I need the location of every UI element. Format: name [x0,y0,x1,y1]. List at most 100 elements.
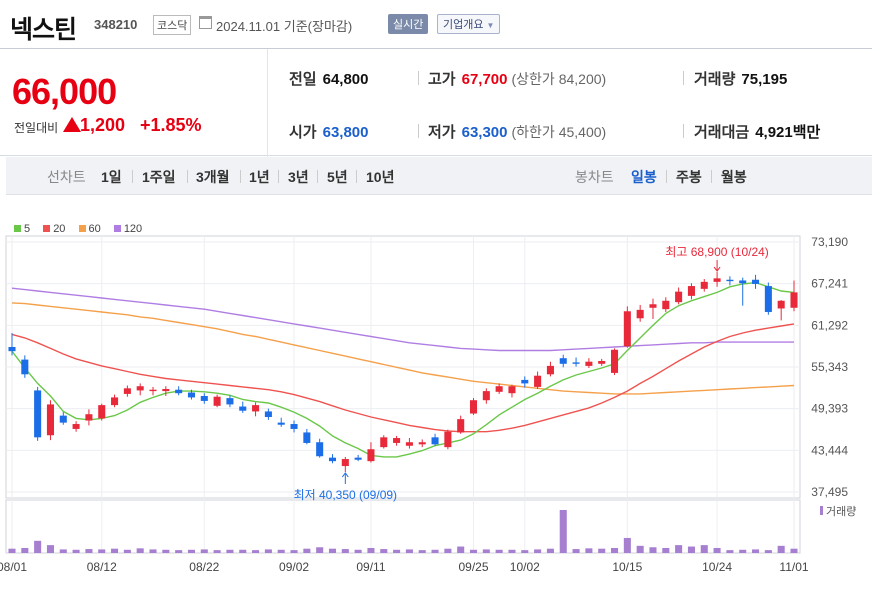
candle [675,287,683,305]
volume-bar [623,537,631,553]
period-3m[interactable]: 3개월 [196,167,230,187]
trade-value: 거래대금 4,921백만 [694,121,820,142]
candle [662,297,670,312]
volume-bar [226,549,234,553]
candle [367,442,375,463]
candle-body [328,457,337,462]
candle-body [598,360,606,364]
company-overview-button[interactable]: 기업개요 ▼ [437,14,501,34]
candle-body [239,406,247,411]
candle-body [726,279,734,282]
x-tick-label: 08/12 [87,560,117,574]
volume-bar [431,549,439,553]
candle [34,386,42,441]
volume-bar [662,547,670,553]
candle [739,277,747,306]
volume-bar [98,549,106,553]
volume-bar [713,547,721,553]
ma60-line [11,302,795,395]
candle [687,283,695,300]
candle [239,401,247,413]
candle [636,304,644,322]
candle [303,428,311,445]
period-1d[interactable]: 1일 [101,167,122,187]
volume-bar [405,549,413,553]
open-label: 시가 [289,124,317,141]
candle-body [636,309,644,319]
period-3y[interactable]: 3년 [288,167,309,187]
trade-value-number: 4,921 [755,124,793,141]
volume-bar [546,548,554,553]
candle-body [713,278,721,282]
x-tick-label: 09/02 [279,560,309,574]
candle [431,433,439,446]
candle [136,383,144,396]
change-percent: +1.85% [140,115,202,135]
volume-bar [303,548,311,553]
candle-body [546,365,554,375]
candle-body [457,419,465,433]
candle-body [85,414,93,421]
volume-bar [508,549,516,553]
candle-weekly[interactable]: 주봉 [676,167,702,187]
volume-bar [34,540,42,553]
volume-bar [790,548,798,553]
volume-bar [636,545,644,553]
candle-body [98,405,106,419]
candle-daily[interactable]: 일봉 [631,167,657,187]
volume-bar [687,546,695,553]
divider [132,170,133,183]
candle-body [354,457,362,460]
candle [59,412,67,425]
candle [508,384,516,398]
candle-body [175,389,183,394]
volume-bar [316,547,324,553]
divider [683,124,684,138]
price-chart[interactable]: 73,190 67,241 61,292 55,343 49,393 43,444 37,4… [0,196,872,594]
candle-body [508,386,516,394]
stock-header: 넥스틴 348210 코스닥 2024.11.01 기준(장마감) 실시간 기업… [0,0,872,48]
candle-body [482,391,490,401]
candle-body [585,361,593,366]
candle [8,332,16,356]
date-value: 2024.11.01 [216,19,281,34]
volume-bar [85,549,93,553]
period-1w[interactable]: 1주일 [142,167,176,187]
candle [623,306,631,348]
volume-bar [726,550,734,553]
period-10y[interactable]: 10년 [366,167,394,187]
candle-monthly[interactable]: 월봉 [721,167,747,187]
candle [341,456,349,473]
volume-bar [200,549,208,553]
low-annotation: 최저 40,350 (09/09) [294,488,397,502]
candle-body [136,386,144,391]
y-tick-label: 49,393 [811,402,848,416]
x-tick-label: 09/25 [458,560,488,574]
divider [666,170,667,183]
x-tick-label: 11/01 [779,560,808,574]
upper-limit: (상한가 84,200) [511,71,607,87]
market-badge: 코스닥 [153,15,192,35]
volume: 거래량 75,195 [694,68,787,89]
candle-body [46,404,54,436]
divider [240,170,241,183]
chart-period-bar: 선차트 1일 1주일 3개월 1년 3년 5년 10년 봉차트 일봉 주봉 월봉 [6,157,872,195]
candle [175,386,183,396]
divider [418,124,419,138]
candle-body [393,438,401,443]
period-5y[interactable]: 5년 [327,167,348,187]
volume-label: 거래량 [826,505,856,518]
prev-close-value: 64,800 [322,71,369,88]
y-tick-label: 55,343 [811,360,848,374]
candle-body [111,397,119,406]
candle [700,279,708,292]
chevron-down-icon: ▼ [486,21,495,30]
realtime-button[interactable]: 실시간 [388,14,429,34]
candle [790,280,798,312]
candle [226,395,234,408]
candle-body [303,432,311,443]
high-annotation: 최고 68,900 (10/24) [665,245,768,259]
candle [572,357,580,367]
candle-body [149,389,157,392]
period-1y[interactable]: 1년 [249,167,270,187]
